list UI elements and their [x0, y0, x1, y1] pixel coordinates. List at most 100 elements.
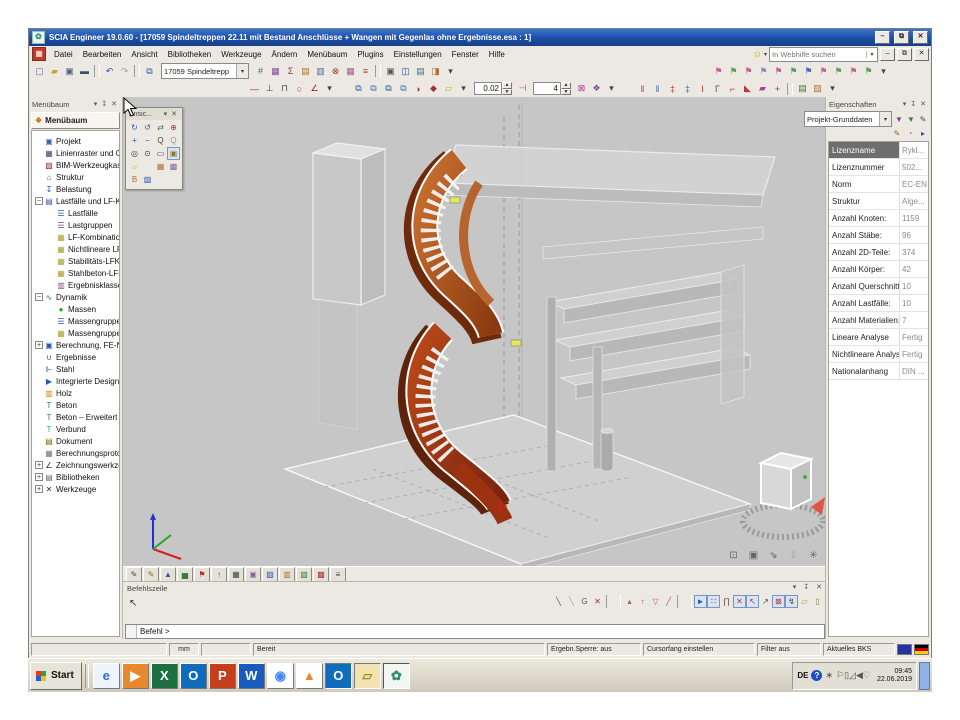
view-panel-dropdown-icon[interactable]: ▾: [162, 110, 170, 118]
property-row[interactable]: Anzahl 2D-Teile: 374: [829, 244, 928, 261]
tree-item[interactable]: ▦ Stahlbeton-LFK: [32, 267, 119, 279]
menu-item[interactable]: Menübaum: [302, 48, 352, 61]
minimize-button[interactable]: –: [875, 31, 890, 44]
taskbar-scia-window[interactable]: ✿: [383, 663, 410, 689]
zoom-selection-icon[interactable]: ⊠: [574, 82, 589, 96]
zoom-in-icon[interactable]: +: [128, 134, 141, 147]
network-tray-icon[interactable]: ◿: [849, 670, 856, 681]
line-grid-snap-icon[interactable]: ∏: [720, 595, 733, 608]
tree-item[interactable]: ☰ Lastfälle: [32, 207, 119, 219]
tree-expander-icon[interactable]: +: [35, 473, 43, 481]
property-row[interactable]: Nationalanhang DIN ...: [829, 363, 928, 380]
coordinate-input[interactable]: [31, 643, 167, 656]
edit-property-icon[interactable]: ✎: [917, 113, 929, 125]
tree-item[interactable]: ☰ Massengruppen: [32, 315, 119, 327]
display-flag-icon[interactable]: ⚑: [756, 64, 771, 78]
connection-tray-icon[interactable]: ♡: [863, 670, 871, 681]
menu-item[interactable]: Bibliotheken: [163, 48, 217, 61]
tree-expander-icon[interactable]: [47, 209, 55, 217]
tree-expander-icon[interactable]: +: [35, 485, 43, 493]
tree-item[interactable]: ▨ BIM-Werkzeugkasten: [32, 159, 119, 171]
grid-display-icon[interactable]: ≡: [330, 567, 346, 582]
display-dropdown-icon[interactable]: ▾: [876, 64, 891, 78]
calculator-icon[interactable]: ▦: [268, 64, 283, 78]
align-icon[interactable]: +: [770, 82, 785, 96]
zoom-previous-icon[interactable]: Q: [167, 134, 180, 147]
new-document-icon[interactable]: ▢: [32, 64, 47, 78]
print-icon[interactable]: ▣: [383, 64, 398, 78]
show-desktop-button[interactable]: [919, 662, 930, 690]
arc-snap-icon[interactable]: ↯: [785, 595, 798, 608]
display-flag-icon[interactable]: ⚑: [861, 64, 876, 78]
panel-pin-icon[interactable]: ↧: [99, 100, 109, 108]
member-icon[interactable]: ◗: [411, 82, 426, 96]
display-flag-icon[interactable]: ⚑: [816, 64, 831, 78]
menu-item[interactable]: Ansicht: [126, 48, 162, 61]
gallery-icon[interactable]: ◨: [428, 64, 443, 78]
display-flag-icon[interactable]: ⚑: [846, 64, 861, 78]
taskbar-chrome-icon[interactable]: ◉: [267, 663, 294, 689]
mesh-display-icon[interactable]: ▦: [228, 567, 244, 582]
mesh-setup-icon[interactable]: #: [253, 64, 268, 78]
tree-expander-icon[interactable]: [47, 329, 55, 337]
tree-expander-icon[interactable]: +: [35, 341, 43, 349]
panel-close-icon[interactable]: ✕: [109, 100, 119, 108]
taskbar-ie-icon[interactable]: e: [93, 663, 120, 689]
vertex-snap-icon[interactable]: ▴: [623, 595, 636, 608]
tree-item[interactable]: − ▤ Lastfälle und LF-Kombin: [32, 195, 119, 207]
tree-item[interactable]: ▣ Projekt: [32, 135, 119, 147]
tree-expander-icon[interactable]: [35, 377, 43, 385]
tree-item[interactable]: ● Massen: [32, 303, 119, 315]
combo-dropdown-icon[interactable]: ▾: [236, 64, 248, 78]
tree-expander-icon[interactable]: [47, 245, 55, 253]
menu-item[interactable]: Ändern: [267, 48, 303, 61]
property-row[interactable]: Anzahl Körper: 42: [829, 261, 928, 278]
display-flag-icon[interactable]: ⚑: [711, 64, 726, 78]
model-3d-scene[interactable]: [123, 97, 827, 566]
node-snap-icon[interactable]: ↑: [636, 595, 649, 608]
tree-expander-icon[interactable]: [35, 389, 43, 397]
fit-selection-icon[interactable]: ⇓: [786, 548, 801, 562]
haunch-icon[interactable]: ◣: [740, 82, 755, 96]
dot-grid-snap-icon[interactable]: ∷: [707, 595, 720, 608]
tree-item[interactable]: ▶ Integrierte Design Form: [32, 375, 119, 387]
table-edit-icon[interactable]: ▼: [905, 113, 917, 125]
tree-item[interactable]: − ∿ Dynamik: [32, 291, 119, 303]
libraries-icon[interactable]: ▤: [795, 82, 810, 96]
tree-expander-icon[interactable]: −: [35, 197, 43, 205]
tree-expander-icon[interactable]: [47, 305, 55, 313]
property-row[interactable]: Norm EC-EN: [829, 176, 928, 193]
loads-display-icon[interactable]: ↑: [211, 567, 227, 582]
tree-expander-icon[interactable]: [35, 173, 43, 181]
separator[interactable]: [787, 83, 793, 95]
tree-item[interactable]: ▦ Stabilitäts-LFK: [32, 255, 119, 267]
tree-item[interactable]: + ▣ Berechnung, FE-Netz: [32, 339, 119, 351]
display-flag-icon[interactable]: ⚑: [771, 64, 786, 78]
layers-icon[interactable]: ✎: [126, 567, 142, 582]
tree-item[interactable]: ▥ Ergebnisklassen: [32, 279, 119, 291]
child-close-button[interactable]: ✕: [914, 48, 929, 61]
fit-view-icon[interactable]: ⇘: [766, 548, 781, 562]
properties-dropdown-icon[interactable]: ▾: [901, 100, 909, 108]
connection-icon[interactable]: ‡: [665, 82, 680, 96]
project-manager-icon[interactable]: ⧉: [142, 64, 157, 78]
copy-icon[interactable]: ⧉: [351, 82, 366, 96]
tree-item[interactable]: + ▤ Bibliotheken: [32, 471, 119, 483]
menu-item[interactable]: Plugins: [352, 48, 388, 61]
move-icon[interactable]: ⧉: [381, 82, 396, 96]
snap-settings-icon[interactable]: ▯: [811, 595, 824, 608]
pen-tray-icon[interactable]: ⚐: [836, 670, 844, 681]
property-row[interactable]: Lineare Analyse Fertig: [829, 329, 928, 346]
taskbar-files-window[interactable]: ▱: [354, 663, 381, 689]
clip-plane-icon[interactable]: ▩: [167, 160, 180, 173]
axes-display-icon[interactable]: ▲: [160, 567, 176, 582]
properties-close-icon[interactable]: ✕: [918, 100, 928, 108]
model-viewport[interactable]: Ansic... ▾ ✕ ↻↺⇄⊕+−QQ◎⊙▭▣☼▦▩B▨ ⊡▣⇘⇓✳: [123, 97, 827, 566]
plane-icon[interactable]: ◆: [426, 82, 441, 96]
tree-item[interactable]: ▥ Holz: [32, 387, 119, 399]
tree-expander-icon[interactable]: [35, 185, 43, 193]
endpoint-snap-icon[interactable]: ↖: [746, 595, 759, 608]
tree-expander-icon[interactable]: +: [35, 461, 43, 469]
local-axes-icon[interactable]: ▨: [262, 567, 278, 582]
restore-button[interactable]: ⧉: [894, 31, 909, 44]
